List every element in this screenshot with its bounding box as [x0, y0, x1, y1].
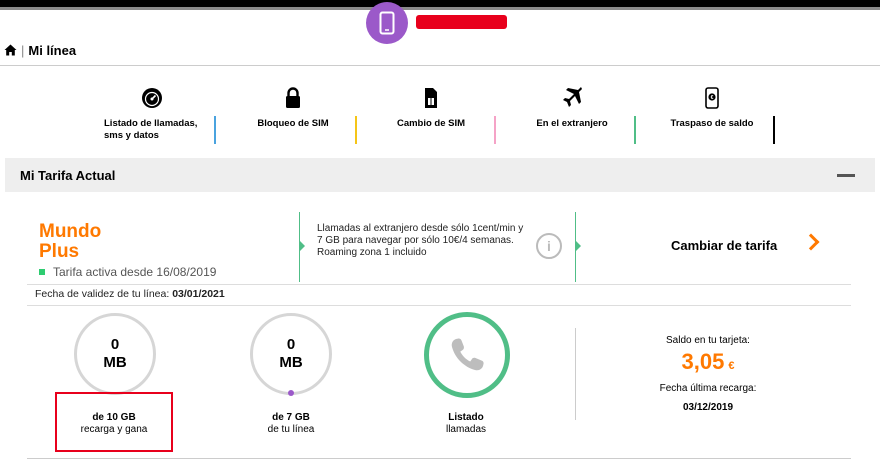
- gauge-value: 0: [286, 336, 296, 353]
- saldo-currency: €: [728, 360, 735, 372]
- calls-list-button[interactable]: [424, 312, 510, 398]
- info-icon[interactable]: i: [536, 233, 562, 259]
- panel-separator: [27, 284, 851, 285]
- validity-label: Fecha de validez de tu línea:: [35, 288, 170, 300]
- quick-action-label: Bloqueo de SIM: [257, 118, 329, 129]
- gauge-unit: MB: [103, 354, 127, 371]
- plan-name-line-1: Mundo: [39, 221, 102, 242]
- calls-caption: Listado llamadas: [410, 412, 522, 436]
- gauge-icon: [142, 88, 162, 108]
- saldo-divider: [575, 328, 576, 420]
- quick-action-label: Traspaso de saldo: [670, 118, 754, 129]
- phone-icon: [451, 338, 484, 371]
- gauge-unit: MB: [279, 354, 303, 371]
- quick-action-cambio-sim[interactable]: Cambio de SIM: [385, 86, 477, 130]
- calls-caption-text: llamadas: [445, 424, 487, 435]
- tarifa-section-header[interactable]: Mi Tarifa Actual: [5, 158, 875, 192]
- sim-card-icon: [425, 88, 437, 108]
- quick-action-divider: [355, 116, 357, 144]
- quick-action-label: Listado de llamadas, sms y datos: [104, 118, 198, 141]
- gauge-value: 0: [110, 336, 120, 353]
- quick-action-extranjero[interactable]: En el extranjero: [527, 86, 617, 130]
- plan-active-text: Tarifa activa desde 16/08/2019: [53, 265, 217, 279]
- breadcrumb-separator: |: [21, 42, 25, 58]
- quick-action-label: En el extranjero: [536, 118, 608, 129]
- airplane-icon: [563, 87, 582, 107]
- saldo-amount-value: 3,05: [681, 349, 725, 374]
- promo-text: Llamadas al extranjero desde sólo 1cent/…: [317, 223, 524, 258]
- quick-action-divider: [773, 116, 775, 144]
- top-strip: [0, 0, 880, 7]
- breadcrumb: | Mi línea: [4, 41, 76, 59]
- gauge-caption-bold: de 7 GB: [272, 412, 310, 423]
- redacted-phone-number: [416, 15, 507, 29]
- mobile-phone-icon: [379, 11, 395, 35]
- divider-arrow: [576, 241, 581, 251]
- top-bar: [0, 0, 880, 44]
- mobile-line-badge[interactable]: [366, 2, 408, 44]
- quick-action-label: Cambio de SIM: [396, 118, 466, 129]
- highlight-box: [55, 392, 173, 452]
- change-plan-link[interactable]: Cambiar de tarifa: [671, 238, 777, 253]
- panel-bottom-border: [27, 458, 851, 459]
- saldo-amount: 3,05 €: [633, 349, 783, 379]
- divider-arrow: [300, 241, 305, 251]
- last-recharge-date: 03/12/2019: [682, 402, 734, 413]
- saldo-label: Saldo en tu tarjeta:: [666, 335, 750, 346]
- gauge-caption-text: de tu línea: [267, 424, 315, 435]
- lock-icon: [286, 87, 300, 108]
- quick-action-listado[interactable]: Listado de llamadas, sms y datos: [104, 86, 200, 142]
- quick-action-bloqueo-sim[interactable]: Bloqueo de SIM: [248, 86, 338, 130]
- saldo-block: Saldo en tu tarjeta: 3,05 € Fecha última …: [633, 334, 783, 414]
- top-grey-line: [0, 7, 880, 10]
- plan-name: Mundo Plus: [39, 222, 101, 262]
- quick-action-divider: [494, 116, 496, 144]
- quick-action-divider: [214, 116, 216, 144]
- mobile-euro-icon: €: [705, 87, 719, 109]
- plan-name-line-2: Plus: [39, 241, 80, 262]
- page-title: Mi línea: [28, 42, 77, 58]
- line-validity: Fecha de validez de tu línea: 03/01/2021: [35, 288, 225, 300]
- home-icon[interactable]: [4, 44, 17, 56]
- breadcrumb-divider: [0, 65, 880, 66]
- svg-text:€: €: [711, 95, 714, 101]
- data-gauge-recarga[interactable]: 0 MB: [74, 313, 156, 395]
- quick-action-traspaso-saldo[interactable]: € Traspaso de saldo: [662, 86, 762, 130]
- collapse-icon[interactable]: [837, 174, 855, 177]
- tarifa-section-title: Mi Tarifa Actual: [20, 167, 116, 183]
- gauge-caption: de 7 GB de tu línea: [235, 412, 347, 436]
- data-gauge-linea[interactable]: 0 MB: [250, 313, 332, 396]
- plan-active-since: Tarifa activa desde 16/08/2019: [39, 265, 216, 279]
- gauge-progress-dot: [288, 390, 294, 396]
- status-dot: [39, 269, 45, 275]
- panel-separator: [27, 305, 851, 306]
- calls-caption-bold: Listado: [448, 412, 484, 423]
- quick-action-divider: [634, 116, 636, 144]
- validity-date: 03/01/2021: [172, 288, 225, 300]
- last-recharge-label: Fecha última recarga:: [659, 383, 757, 394]
- chevron-right-icon[interactable]: [802, 233, 820, 251]
